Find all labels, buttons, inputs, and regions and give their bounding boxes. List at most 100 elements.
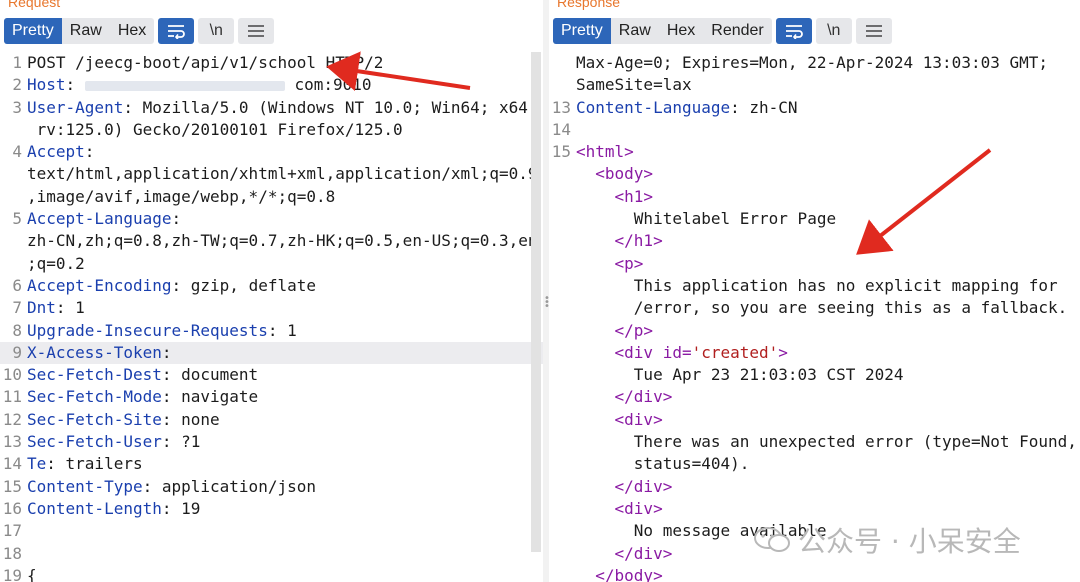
line-text: Te: trailers — [27, 454, 143, 474]
code-line[interactable]: 11 Sec-Fetch-Mode: navigate — [0, 386, 543, 408]
tab-hex[interactable]: Hex — [659, 18, 703, 44]
request-header-title: Request — [8, 0, 61, 10]
tab-raw[interactable]: Raw — [62, 18, 110, 44]
plain-text: Whitelabel Error Page — [633, 209, 837, 229]
show-newlines-button[interactable]: \n — [815, 18, 852, 44]
code-line[interactable]: status=404). — [549, 453, 1080, 475]
tab-pretty[interactable]: Pretty — [4, 18, 62, 44]
header-value: application/json — [161, 476, 316, 496]
code-line[interactable]: 13 Content-Language: zh-CN — [549, 97, 1080, 119]
line-text: There was an unexpected error (type=Not … — [576, 431, 1077, 453]
response-editor[interactable]: Max-Age=0; Expires=Mon, 22-Apr-2024 13:0… — [549, 52, 1080, 582]
watermark: 公众号 · 小呆安全 — [752, 520, 1021, 560]
code-line[interactable]: 1 POST /jeecg-boot/api/v1/school HTTP/2 — [0, 52, 543, 74]
html-tag: <p> — [614, 253, 644, 273]
code-line[interactable]: 10 Sec-Fetch-Dest: document — [0, 364, 543, 386]
code-line[interactable]: 3 User-Agent: Mozilla/5.0 (Windows NT 10.… — [0, 97, 543, 119]
wrap-lines-icon — [785, 25, 803, 39]
tab-render[interactable]: Render — [703, 18, 771, 44]
line-text: Dnt: 1 — [27, 298, 85, 318]
code-line[interactable]: Whitelabel Error Page — [549, 208, 1080, 230]
tab-raw[interactable]: Raw — [611, 18, 659, 44]
line-text: </p> — [576, 320, 654, 342]
code-line[interactable]: 17 — [0, 520, 543, 542]
divider-handle-icon[interactable]: • • • — [544, 294, 550, 312]
html-tag: <div> — [614, 409, 663, 429]
line-text: This application has no explicit mapping… — [576, 275, 1058, 297]
code-line[interactable]: 13 Sec-Fetch-User: ?1 — [0, 431, 543, 453]
code-line[interactable]: SameSite=lax — [549, 74, 1080, 96]
request-pane: Request Pretty Raw Hex \n 1 POST /jeecg-b… — [0, 0, 543, 582]
code-line[interactable]: ,image/avif,image/webp,*/*;q=0.8 — [0, 186, 543, 208]
code-line[interactable]: 4 Accept: — [0, 141, 543, 163]
code-line[interactable]: 7 Dnt: 1 — [0, 297, 543, 319]
code-line[interactable]: 14 — [549, 119, 1080, 141]
code-line[interactable]: ;q=0.2 — [0, 253, 543, 275]
wrap-lines-icon — [168, 25, 186, 39]
line-text: <div> — [576, 409, 663, 431]
code-line[interactable]: There was an unexpected error (type=Not … — [549, 431, 1080, 453]
wrap-lines-button[interactable] — [158, 18, 195, 44]
menu-button[interactable] — [855, 18, 892, 44]
code-line[interactable]: Tue Apr 23 21:03:03 CST 2024 — [549, 364, 1080, 386]
code-line[interactable]: Max-Age=0; Expires=Mon, 22-Apr-2024 13:0… — [549, 52, 1080, 74]
line-text: <body> — [576, 163, 653, 185]
html-tag: <html> — [576, 142, 634, 162]
tab-pretty[interactable]: Pretty — [553, 18, 611, 44]
code-line[interactable]: </body> — [549, 565, 1080, 582]
line-text: /error, so you are seeing this as a fall… — [576, 297, 1067, 319]
code-line[interactable]: 5 Accept-Language: — [0, 208, 543, 230]
code-line[interactable]: 6 Accept-Encoding: gzip, deflate — [0, 275, 543, 297]
code-line[interactable]: 8 Upgrade-Insecure-Requests: 1 — [0, 320, 543, 342]
show-newlines-button[interactable]: \n — [198, 18, 235, 44]
code-line[interactable]: 12 Sec-Fetch-Site: none — [0, 409, 543, 431]
request-editor[interactable]: 1 POST /jeecg-boot/api/v1/school HTTP/2 2 H… — [0, 52, 543, 582]
header-value: navigate — [181, 387, 259, 407]
code-line[interactable]: 14 Te: trailers — [0, 453, 543, 475]
code-line[interactable]: 15 <html> — [549, 141, 1080, 163]
line-number: 13 — [551, 97, 571, 117]
code-line[interactable]: <div id='created'> — [549, 342, 1080, 364]
code-line[interactable]: zh-CN,zh;q=0.8,zh-TW;q=0.7,zh-HK;q=0.5,e… — [0, 230, 543, 252]
code-line[interactable]: text/html,application/xhtml+xml,applicat… — [0, 163, 543, 185]
wrap-lines-button[interactable] — [775, 18, 812, 44]
line-text: POST /jeecg-boot/api/v1/school HTTP/2 — [27, 52, 383, 74]
plain-text: Tue Apr 23 21:03:03 CST 2024 — [633, 365, 904, 385]
code-line[interactable]: <div> — [549, 498, 1080, 520]
code-line[interactable]: </h1> — [549, 230, 1080, 252]
code-line[interactable]: </div> — [549, 476, 1080, 498]
code-line[interactable]: <body> — [549, 163, 1080, 185]
html-tag: </div> — [614, 476, 673, 496]
code-line[interactable]: 15 Content-Type: application/json — [0, 476, 543, 498]
code-line[interactable]: This application has no explicit mapping… — [549, 275, 1080, 297]
line-text: Sec-Fetch-Mode: navigate — [27, 387, 259, 407]
code-line[interactable]: <p> — [549, 253, 1080, 275]
code-line[interactable]: 19 { — [0, 565, 543, 582]
code-line[interactable]: 2 Host: com:9010 — [0, 74, 543, 96]
code-line[interactable]: rv:125.0) Gecko/20100101 Firefox/125.0 — [0, 119, 543, 141]
menu-button[interactable] — [238, 18, 275, 44]
code-line[interactable]: <h1> — [549, 186, 1080, 208]
code-line[interactable]: </p> — [549, 320, 1080, 342]
code-line[interactable]: <div> — [549, 409, 1080, 431]
response-toolbar: Pretty Raw Hex Render \n — [553, 18, 892, 44]
line-text: ,image/avif,image/webp,*/*;q=0.8 — [27, 186, 335, 208]
code-line[interactable]: /error, so you are seeing this as a fall… — [549, 297, 1080, 319]
line-text: ;q=0.2 — [27, 253, 85, 275]
tab-hex[interactable]: Hex — [110, 18, 154, 44]
plain-text: /error, so you are seeing this as a fall… — [633, 298, 1068, 318]
code-line[interactable]: 9 X-Access-Token: — [0, 341, 543, 365]
code-line[interactable]: </div> — [549, 386, 1080, 408]
line-number: 16 — [2, 498, 22, 518]
menu-icon — [248, 25, 265, 37]
request-scrollbar[interactable] — [531, 52, 541, 552]
html-tag: <div id= — [614, 342, 692, 362]
request-view-tabs: Pretty Raw Hex — [4, 18, 155, 44]
line-text: text/html,application/xhtml+xml,applicat… — [27, 163, 538, 185]
line-number: 10 — [2, 365, 22, 385]
code-line[interactable]: 18 — [0, 543, 543, 565]
html-attr-value: 'created' — [691, 342, 779, 362]
header-name: Content-Language — [576, 97, 731, 117]
header-name: Sec-Fetch-User — [27, 432, 162, 452]
code-line[interactable]: 16 Content-Length: 19 — [0, 498, 543, 520]
